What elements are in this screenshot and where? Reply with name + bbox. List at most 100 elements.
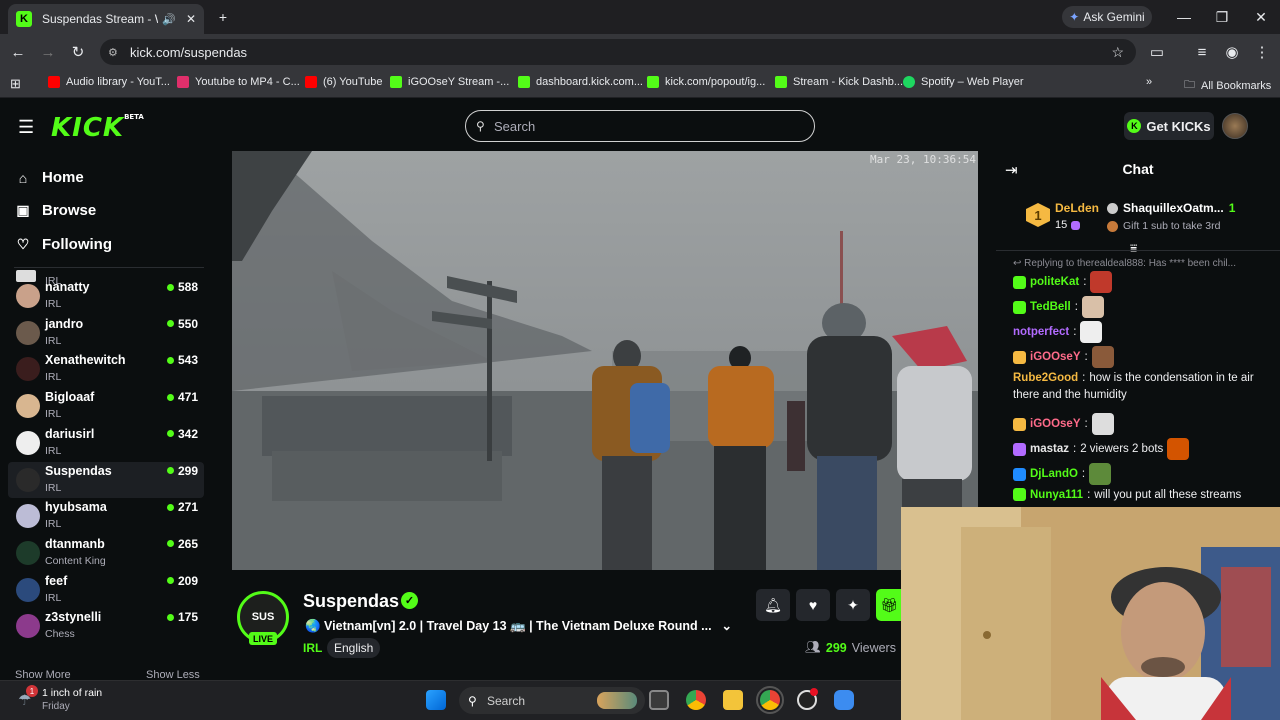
sparkle-button[interactable]: ✦ [836, 589, 870, 621]
chat-title: Chat [1122, 161, 1154, 177]
pinned-toggle-icon[interactable]: ⩸ [1130, 241, 1137, 256]
streamer-name[interactable]: Suspendas [303, 591, 399, 612]
taskbar-search[interactable]: ⚲ Search [459, 687, 645, 714]
home-icon: ⌂ [18, 169, 28, 186]
sparkle-icon: ✦ [847, 596, 859, 613]
bookmark-item[interactable]: Stream - Kick Dashb... [775, 76, 903, 88]
bookmark-item[interactable]: kick.com/popout/ig... [647, 76, 765, 88]
ask-gemini-button[interactable]: ✦ Ask Gemini [1062, 6, 1152, 28]
bookmark-item[interactable]: Spotify – Web Player [903, 76, 1024, 88]
kick-logo-text: KICK [51, 113, 125, 143]
chat-username[interactable]: TedBell [1030, 301, 1071, 313]
sidebar-channel[interactable]: Suspendas IRL 299 [8, 461, 204, 498]
cast-icon[interactable]: ▭ [1147, 42, 1167, 62]
live-dot-icon [166, 503, 174, 511]
reload-icon[interactable]: ↻ [68, 42, 88, 62]
sidebar-channel[interactable]: z3stynelli Chess 175 [8, 608, 204, 644]
chat-username[interactable]: DjLandO [1030, 468, 1078, 480]
address-bar[interactable]: ⚙ kick.com/suspendas ☆ [100, 39, 1136, 65]
bookmark-item[interactable]: (6) YouTube [305, 76, 383, 88]
reading-list-icon[interactable]: ≡ [1192, 42, 1212, 62]
bookmark-item[interactable]: dashboard.kick.com... [518, 76, 643, 88]
channel-viewers: 550 [166, 317, 198, 331]
task-view-icon[interactable] [649, 690, 669, 710]
gift-prompt[interactable]: Gift 1 sub to take 3rd [1107, 220, 1220, 232]
minimize-button[interactable]: — [1165, 0, 1203, 34]
chrome-icon[interactable] [686, 690, 706, 710]
gift-sub-button[interactable]: 🎁︎ [876, 589, 902, 621]
site-info-icon[interactable]: ⚙ [108, 46, 118, 59]
bookmark-item[interactable]: Audio library - YouT... [48, 76, 170, 88]
video-player[interactable]: Mar 23, 10:36:54 [232, 151, 978, 570]
channel-name: feef [45, 573, 68, 588]
get-kicks-button[interactable]: K Get KICKs [1124, 112, 1214, 140]
kick-logo[interactable]: KICKBETA [51, 113, 144, 143]
new-tab-button[interactable]: + [204, 0, 242, 34]
close-window-button[interactable]: ✕ [1242, 0, 1280, 34]
sidebar-channel[interactable]: Xenathewitch IRL 543 [8, 351, 204, 387]
menu-icon[interactable]: ⋮ [1252, 42, 1272, 62]
gift-icon: 🎁︎ [880, 596, 898, 613]
chat-username[interactable]: mastaz [1030, 443, 1069, 455]
search-icon: ⚲ [476, 119, 485, 133]
app-icon[interactable] [834, 690, 854, 710]
speaker-icon[interactable]: 🔊 [162, 13, 176, 26]
chat-badge-icon [1013, 300, 1026, 314]
forward-icon[interactable]: → [38, 42, 58, 62]
more-bookmarks-icon[interactable]: » [1146, 76, 1152, 88]
language-tag[interactable]: English [327, 638, 381, 658]
profile-icon[interactable]: ◉ [1222, 42, 1242, 62]
chat-username[interactable]: Nunya111 [1030, 489, 1083, 501]
sidebar-channel[interactable]: Bigloaaf IRL 471 [8, 388, 204, 424]
bookmark-star-icon[interactable]: ☆ [1111, 44, 1124, 61]
channel-viewer-count: 209 [177, 573, 198, 588]
chat-username[interactable]: Rube2Good [1013, 372, 1078, 384]
hamburger-menu-icon[interactable]: ☰ [18, 117, 34, 138]
bookmark-label: dashboard.kick.com... [536, 76, 643, 88]
sidebar-channel[interactable]: jandro IRL 550 [8, 315, 204, 351]
channel-viewer-count: 299 [177, 463, 198, 478]
sidebar-item-following[interactable]: ♡ Following [16, 236, 112, 253]
sidebar-channel[interactable]: feef IRL 209 [8, 572, 204, 608]
sidebar-channel[interactable]: dariusirl IRL 342 [8, 425, 204, 461]
channel-viewers: 543 [166, 353, 198, 367]
user-avatar[interactable] [1222, 113, 1248, 139]
follow-button[interactable]: ♥ [796, 589, 830, 621]
file-explorer-icon[interactable] [723, 690, 743, 710]
chat-username[interactable]: iGOOseY [1030, 351, 1081, 363]
leaderboard-second[interactable]: ShaquillexOatm... 1 [1107, 201, 1235, 215]
browser-tab-active[interactable]: K Suspendas Stream - Watch 🔊 ✕ [8, 4, 204, 34]
bookmark-item[interactable]: iGOOseY Stream -... [390, 76, 509, 88]
search-input[interactable]: ⚲ Search [465, 110, 815, 142]
chat-colon: : [1087, 488, 1091, 501]
all-bookmarks-button[interactable]: 🗀 All Bookmarks [1184, 76, 1271, 95]
sidebar-item-home[interactable]: ⌂ Home [16, 169, 84, 186]
back-icon[interactable]: ← [8, 42, 28, 62]
category-tag[interactable]: IRL [303, 641, 322, 655]
windows-start-icon[interactable] [426, 690, 446, 710]
channel-viewers: 209 [166, 573, 198, 588]
channel-avatar [16, 320, 40, 345]
chat-message: politeKat: [1013, 271, 1113, 293]
chat-username[interactable]: notperfect [1013, 326, 1069, 338]
tab-close-icon[interactable]: ✕ [186, 12, 196, 26]
chat-username[interactable]: iGOOseY [1030, 418, 1081, 430]
sidebar-channel[interactable]: hyubsama IRL 271 [8, 498, 204, 534]
bookmark-item[interactable]: Youtube to MP4 - C... [177, 76, 300, 88]
weather-widget[interactable]: ☂ 1 1 inch of rain Friday [14, 685, 154, 715]
chevron-down-icon[interactable]: ⌄ [722, 619, 732, 633]
notification-bell-button[interactable]: 🔔︎ [756, 589, 790, 621]
sidebar-item-browse[interactable]: ▣ Browse [16, 202, 96, 219]
chat-colon: : [1073, 443, 1077, 455]
live-dot-icon [166, 613, 174, 621]
chrome-active-icon[interactable] [756, 686, 784, 714]
chat-colon: : [1082, 372, 1086, 384]
sidebar-channel[interactable]: dtanmanb Content King 265 [8, 535, 204, 571]
chat-badge-icon [1013, 488, 1026, 501]
sidebar-channel[interactable]: nanatty IRL 588 [8, 278, 204, 314]
leaderboard-first-name[interactable]: DeLden [1055, 201, 1099, 215]
apps-icon[interactable]: ⊞ [10, 76, 21, 92]
maximize-button[interactable]: ❐ [1203, 0, 1241, 34]
channel-viewers: 271 [166, 500, 198, 514]
chat-username[interactable]: politeKat [1030, 276, 1079, 288]
